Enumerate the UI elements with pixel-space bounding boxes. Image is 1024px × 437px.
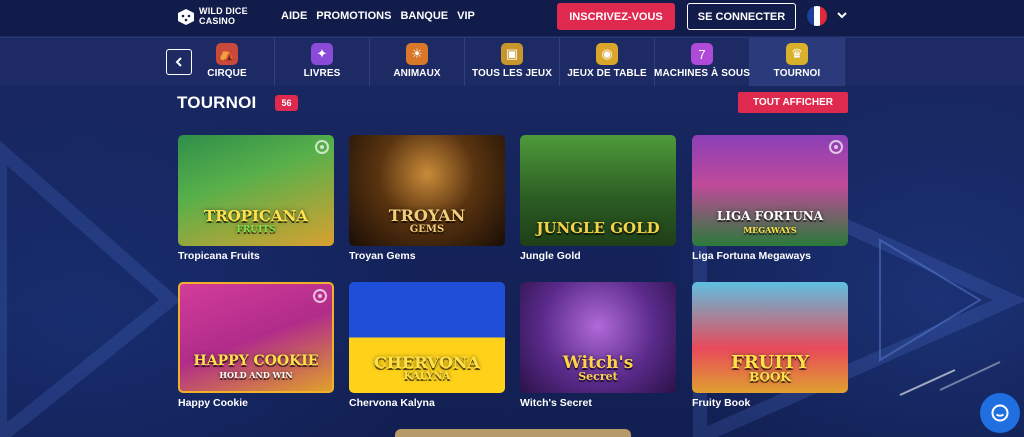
game-art-title: FRUITY xyxy=(730,352,810,373)
game-card[interactable]: CHERVONA KALYNA Chervona Kalyna xyxy=(349,282,505,409)
game-art-subtitle: GEMS xyxy=(409,224,445,235)
favorite-icon[interactable] xyxy=(315,140,329,154)
chevron-down-icon[interactable] xyxy=(836,9,848,21)
category-label: LIVRES xyxy=(303,68,341,79)
game-name[interactable]: Chervona Kalyna xyxy=(349,397,505,409)
category-label: JEUX DE TABLE xyxy=(567,68,647,79)
game-art-subtitle: KALYNA xyxy=(403,371,451,382)
game-card[interactable]: LIGA FORTUNA MEGAWAYS Liga Fortuna Megaway… xyxy=(692,135,848,262)
category-livres[interactable]: ✦ LIVRES xyxy=(275,38,370,86)
category-label: CIRQUE xyxy=(207,68,247,79)
brand-name-line2: CASINO xyxy=(199,16,236,26)
game-art-title: HAPPY COOKIE xyxy=(193,353,319,369)
bottom-banner-tab[interactable] xyxy=(395,429,631,437)
slot-machine-icon: 7 xyxy=(691,43,713,65)
game-art-subtitle: BOOK xyxy=(749,370,791,384)
show-all-button[interactable]: TOUT AFFICHER xyxy=(738,92,848,113)
game-art-title: JUNGLE GOLD xyxy=(536,219,660,237)
chip-icon: ◉ xyxy=(596,43,618,65)
top-navigation: AIDE PROMOTIONS BANQUE VIP xyxy=(281,10,475,22)
game-art-subtitle: Secret xyxy=(578,370,618,383)
login-button[interactable]: SE CONNECTER xyxy=(687,3,796,30)
favorite-icon[interactable] xyxy=(313,289,327,303)
game-art-subtitle: HOLD AND WIN xyxy=(219,370,293,380)
category-label: TOURNOI xyxy=(773,68,821,79)
game-name[interactable]: Liga Fortuna Megaways xyxy=(692,250,848,262)
nav-link-aide[interactable]: AIDE xyxy=(281,10,307,22)
category-tournoi[interactable]: ♛ TOURNOI xyxy=(750,38,845,86)
game-art-title: TROPICANA xyxy=(204,207,308,225)
game-card[interactable]: TROYAN GEMS Troyan Gems xyxy=(349,135,505,262)
lion-icon: ☀ xyxy=(406,43,428,65)
category-label: MACHINES À SOUS xyxy=(654,68,750,79)
category-machines-sous[interactable]: 7 MACHINES À SOUS xyxy=(654,38,750,86)
game-card[interactable]: FRUITY BOOK Fruity Book xyxy=(692,282,848,409)
game-name[interactable]: Jungle Gold xyxy=(520,250,676,262)
game-card[interactable]: JUNGLE GOLD Jungle Gold xyxy=(520,135,676,262)
category-jeux-de-table[interactable]: ◉ JEUX DE TABLE xyxy=(560,38,655,86)
game-thumbnail[interactable]: TROYAN GEMS xyxy=(349,135,505,246)
top-bar: WILD DICE CASINO AIDE PROMOTIONS BANQUE … xyxy=(0,0,1024,36)
game-name[interactable]: Troyan Gems xyxy=(349,250,505,262)
category-tous-les-jeux[interactable]: ▣ TOUS LES JEUX xyxy=(465,38,560,86)
game-art-title: CHERVONA xyxy=(374,353,480,372)
category-bar: ⛺ CIRQUE ✦ LIVRES ☀ ANIMAUX ▣ TOUS LES JEUX ◉ JEU… xyxy=(0,37,1024,86)
category-label: ANIMAUX xyxy=(393,68,441,79)
game-name[interactable]: Happy Cookie xyxy=(178,397,334,409)
nav-link-banque[interactable]: BANQUE xyxy=(400,10,448,22)
dice-icon xyxy=(178,9,194,25)
game-thumbnail[interactable]: Witch's Secret xyxy=(520,282,676,393)
circus-tent-icon: ⛺ xyxy=(216,43,238,65)
category-label: TOUS LES JEUX xyxy=(471,68,553,79)
games-count-badge: 56 xyxy=(275,95,298,111)
game-thumbnail[interactable]: JUNGLE GOLD xyxy=(520,135,676,246)
register-button[interactable]: INSCRIVEZ-VOUS xyxy=(557,3,675,30)
game-art-title: Witch's xyxy=(562,353,634,373)
game-card[interactable]: Witch's Secret Witch's Secret xyxy=(520,282,676,409)
section-title: TOURNOI xyxy=(177,93,257,112)
game-thumbnail[interactable]: FRUITY BOOK xyxy=(692,282,848,393)
game-art-title: LIGA FORTUNA xyxy=(716,209,824,223)
game-name[interactable]: Fruity Book xyxy=(692,397,848,409)
chat-button[interactable] xyxy=(980,393,1020,433)
favorite-icon[interactable] xyxy=(829,140,843,154)
game-name[interactable]: Tropicana Fruits xyxy=(178,250,334,262)
france-flag-icon[interactable] xyxy=(807,6,827,26)
trophy-icon: ♛ xyxy=(786,43,808,65)
brand-logo[interactable]: WILD DICE CASINO xyxy=(177,6,257,30)
game-card[interactable]: HAPPY COOKIE HOLD AND WIN Happy Cookie xyxy=(178,282,334,409)
nav-link-promotions[interactable]: PROMOTIONS xyxy=(316,10,391,22)
game-art-title: TROYAN xyxy=(388,206,466,225)
game-art-subtitle: MEGAWAYS xyxy=(743,225,797,235)
category-cirque[interactable]: ⛺ CIRQUE xyxy=(180,38,275,86)
game-thumbnail[interactable]: HAPPY COOKIE HOLD AND WIN xyxy=(178,282,334,393)
game-thumbnail[interactable]: CHERVONA KALYNA xyxy=(349,282,505,393)
game-art-subtitle: FRUITS xyxy=(236,225,276,235)
category-animaux[interactable]: ☀ ANIMAUX xyxy=(370,38,465,86)
book-icon: ✦ xyxy=(311,43,333,65)
game-name[interactable]: Witch's Secret xyxy=(520,397,676,409)
nav-link-vip[interactable]: VIP xyxy=(457,10,475,22)
chat-bubble-icon xyxy=(991,404,1009,422)
brand-name-line1: WILD DICE xyxy=(199,6,248,16)
game-thumbnail[interactable]: TROPICANA FRUITS xyxy=(178,135,334,246)
game-thumbnail[interactable]: LIGA FORTUNA MEGAWAYS xyxy=(692,135,848,246)
treasure-chest-icon: ▣ xyxy=(501,43,523,65)
game-card[interactable]: TROPICANA FRUITS Tropicana Fruits xyxy=(178,135,334,262)
